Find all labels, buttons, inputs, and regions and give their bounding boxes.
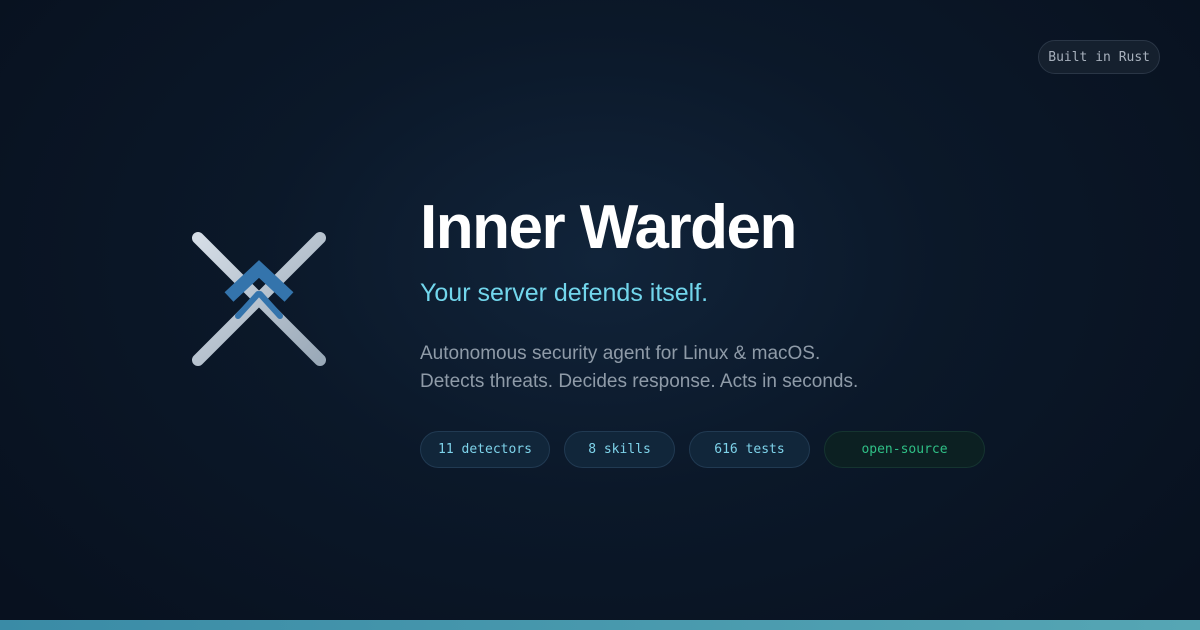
description-line-2: Detects threats. Decides response. Acts … [420, 371, 859, 392]
feature-chips: 11 detectors 8 skills 616 tests open-sou… [420, 431, 1160, 468]
description: Autonomous security agent for Linux & ma… [420, 340, 1160, 396]
page-title: Inner Warden [420, 193, 797, 262]
hero: Inner Warden Your server defends itself.… [420, 190, 1160, 468]
chip-detectors: 11 detectors [420, 431, 550, 468]
chip-tests: 616 tests [689, 431, 810, 468]
logo [188, 228, 330, 370]
shield-crossed-swords-icon [192, 232, 326, 366]
chip-skills: 8 skills [564, 431, 675, 468]
tagline: Your server defends itself. [420, 279, 709, 307]
bottom-accent-bar [0, 620, 1200, 630]
chip-open-source: open-source [824, 431, 985, 468]
description-line-1: Autonomous security agent for Linux & ma… [420, 343, 821, 364]
built-in-rust-badge: Built in Rust [1038, 40, 1160, 74]
